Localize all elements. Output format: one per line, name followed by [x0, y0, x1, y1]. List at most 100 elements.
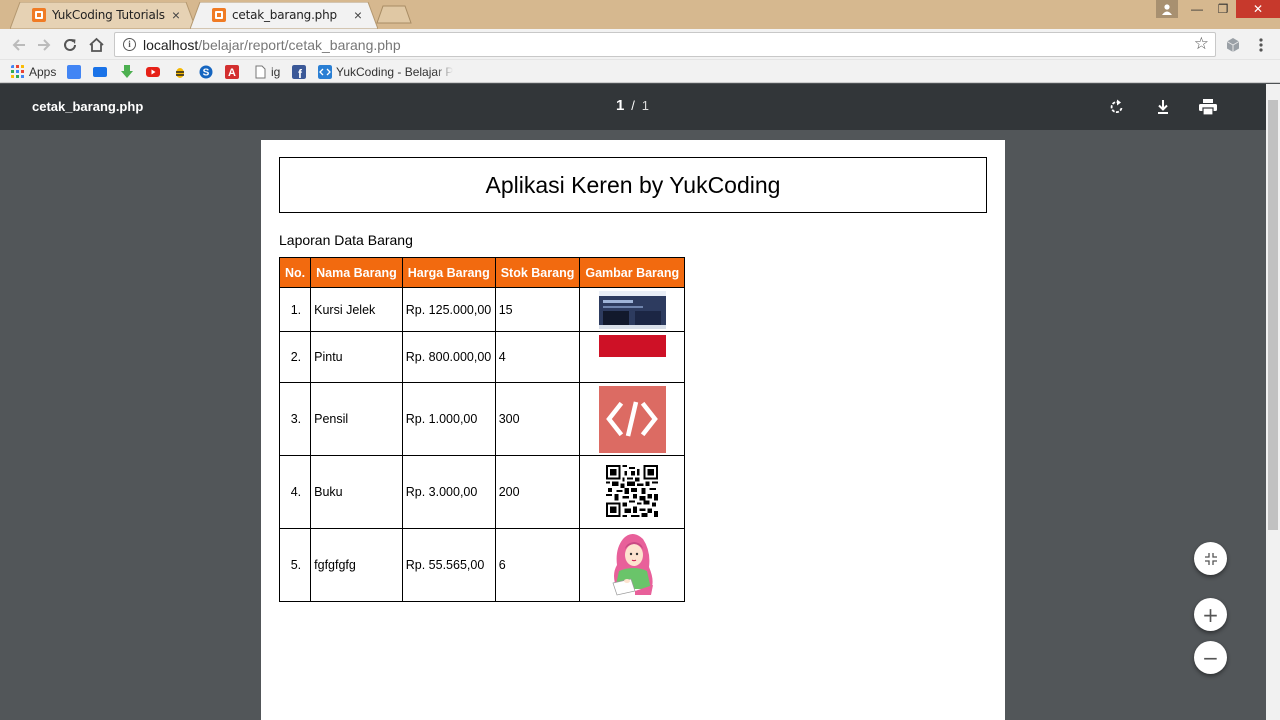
column-header: Nama Barang	[310, 257, 403, 288]
minimize-button[interactable]: —	[1184, 0, 1210, 18]
back-arrow-icon	[12, 39, 25, 51]
pdf-viewer-area[interactable]: Aplikasi Keren by YukCoding Laporan Data…	[0, 130, 1266, 720]
cell-no: 3.	[278, 382, 312, 456]
cell-name: Pensil	[310, 382, 403, 456]
bookmark-label: ig	[271, 64, 281, 79]
tab-title: cetak_barang.php	[232, 8, 337, 22]
pdf-page: Aplikasi Keren by YukCoding Laporan Data…	[261, 140, 1005, 720]
cell-stock: 15	[494, 287, 581, 332]
zoom-in-button[interactable]: +	[1194, 598, 1227, 631]
fit-page-icon	[1204, 552, 1217, 565]
cell-stock: 300	[494, 382, 581, 456]
pdf-toolbar: cetak_barang.php 1 / 1	[0, 84, 1280, 130]
tab-title: YukCoding Tutorials	[52, 8, 165, 22]
red-white-flag-thumbnail	[598, 335, 666, 379]
column-header: No.	[278, 257, 312, 288]
cell-image	[579, 382, 686, 456]
close-window-button[interactable]: ✕	[1236, 0, 1280, 18]
bookmark-yukcoding[interactable]: YukCoding - Belajar P	[318, 64, 453, 79]
website-screenshot-thumbnail	[598, 290, 666, 329]
download-icon	[1158, 100, 1168, 114]
cell-image	[579, 455, 686, 529]
printer-icon	[1199, 99, 1217, 115]
code-brackets-thumbnail	[598, 385, 666, 453]
cell-name: Buku	[310, 455, 403, 529]
svg-text:S: S	[203, 67, 210, 78]
bookmark-reader[interactable]	[93, 64, 111, 79]
reload-button[interactable]	[59, 34, 81, 56]
cell-price: Rp. 1.000,00	[401, 382, 496, 456]
bookmark-facebook[interactable]: f	[292, 64, 310, 79]
browser-toolbar: i localhost/belajar/report/cetak_barang.…	[0, 29, 1280, 60]
print-button[interactable]	[1198, 97, 1218, 117]
back-button[interactable]	[8, 34, 30, 56]
url-text[interactable]: localhost/belajar/report/cetak_barang.ph…	[143, 37, 401, 53]
cell-image	[579, 331, 686, 383]
code-brackets-icon	[606, 401, 659, 437]
bookmark-bee[interactable]	[173, 64, 191, 79]
tab-yukcoding-tutorials[interactable]: YukCoding Tutorials ×	[10, 2, 196, 29]
forward-arrow-icon	[38, 39, 51, 51]
new-tab-button[interactable]	[376, 5, 412, 24]
scrollbar-thumb[interactable]	[1268, 100, 1278, 530]
cell-image	[579, 287, 686, 332]
pdf-filename: cetak_barang.php	[32, 99, 144, 114]
bookmark-download[interactable]	[120, 64, 138, 79]
bookmark-translate[interactable]	[67, 64, 85, 79]
tab-strip: YukCoding Tutorials × cetak_barang.php ×…	[0, 0, 1280, 29]
xampp-favicon-icon	[32, 8, 46, 22]
cell-stock: 4	[494, 331, 581, 383]
info-icon[interactable]: i	[123, 38, 136, 51]
red-a-icon: A	[225, 64, 239, 79]
extension-icon[interactable]	[1222, 34, 1244, 56]
bookmark-youtube[interactable]	[146, 64, 164, 79]
cell-stock: 6	[494, 528, 581, 602]
tab-close-icon[interactable]: ×	[172, 7, 180, 23]
cell-no: 1.	[278, 287, 312, 332]
tab-close-icon[interactable]: ×	[354, 7, 362, 23]
cell-no: 4.	[278, 455, 312, 529]
column-header: Gambar Barang	[579, 257, 686, 288]
table-row: 5. fgfgfgfg Rp. 55.565,00 6	[278, 528, 686, 602]
items-table: No. Nama Barang Harga Barang Stok Barang…	[278, 257, 686, 602]
cell-no: 5.	[278, 528, 312, 602]
cell-name: Kursi Jelek	[310, 287, 403, 332]
column-header: Stok Barang	[494, 257, 581, 288]
page-separator: /	[631, 98, 635, 113]
reader-icon	[93, 66, 107, 77]
page-current[interactable]: 1	[616, 97, 624, 114]
rotate-button[interactable]	[1107, 97, 1127, 117]
report-title: Laporan Data Barang	[279, 232, 413, 248]
page-total: 1	[641, 98, 649, 113]
home-button[interactable]	[85, 34, 107, 56]
restore-button[interactable]: ❐	[1210, 0, 1236, 18]
column-header: Harga Barang	[401, 257, 496, 288]
menu-kebab-icon[interactable]	[1250, 34, 1272, 56]
bee-icon	[176, 67, 184, 78]
vertical-scrollbar[interactable]	[1266, 84, 1280, 720]
rotate-icon	[1110, 99, 1123, 113]
document-header: Aplikasi Keren by YukCoding	[279, 157, 987, 213]
forward-button[interactable]	[33, 34, 55, 56]
download-button[interactable]	[1153, 97, 1173, 117]
profile-icon[interactable]	[1156, 0, 1178, 18]
bookmark-red-a[interactable]: A	[225, 64, 243, 79]
bookmark-ig[interactable]: ig	[253, 64, 280, 79]
reload-icon	[64, 38, 76, 51]
bookmark-s[interactable]: S	[199, 64, 217, 79]
table-header-row: No. Nama Barang Harga Barang Stok Barang…	[278, 257, 686, 288]
tab-cetak-barang[interactable]: cetak_barang.php ×	[190, 2, 378, 29]
bookmark-star-icon[interactable]: ☆	[1194, 34, 1209, 54]
address-bar[interactable]: i localhost/belajar/report/cetak_barang.…	[114, 32, 1216, 57]
youtube-icon	[146, 66, 160, 77]
download-arrow-icon	[121, 64, 133, 78]
svg-text:A: A	[228, 67, 236, 79]
bookmark-apps[interactable]: Apps	[11, 64, 56, 79]
zoom-out-button[interactable]: −	[1194, 641, 1227, 674]
cell-name: Pintu	[310, 331, 403, 383]
fit-to-page-button[interactable]	[1194, 542, 1227, 575]
s-circle-icon: S	[199, 65, 213, 78]
code-icon	[318, 64, 332, 79]
bookmark-label: Apps	[29, 64, 57, 79]
table-row: 2. Pintu Rp. 800.000,00 4	[278, 331, 686, 383]
